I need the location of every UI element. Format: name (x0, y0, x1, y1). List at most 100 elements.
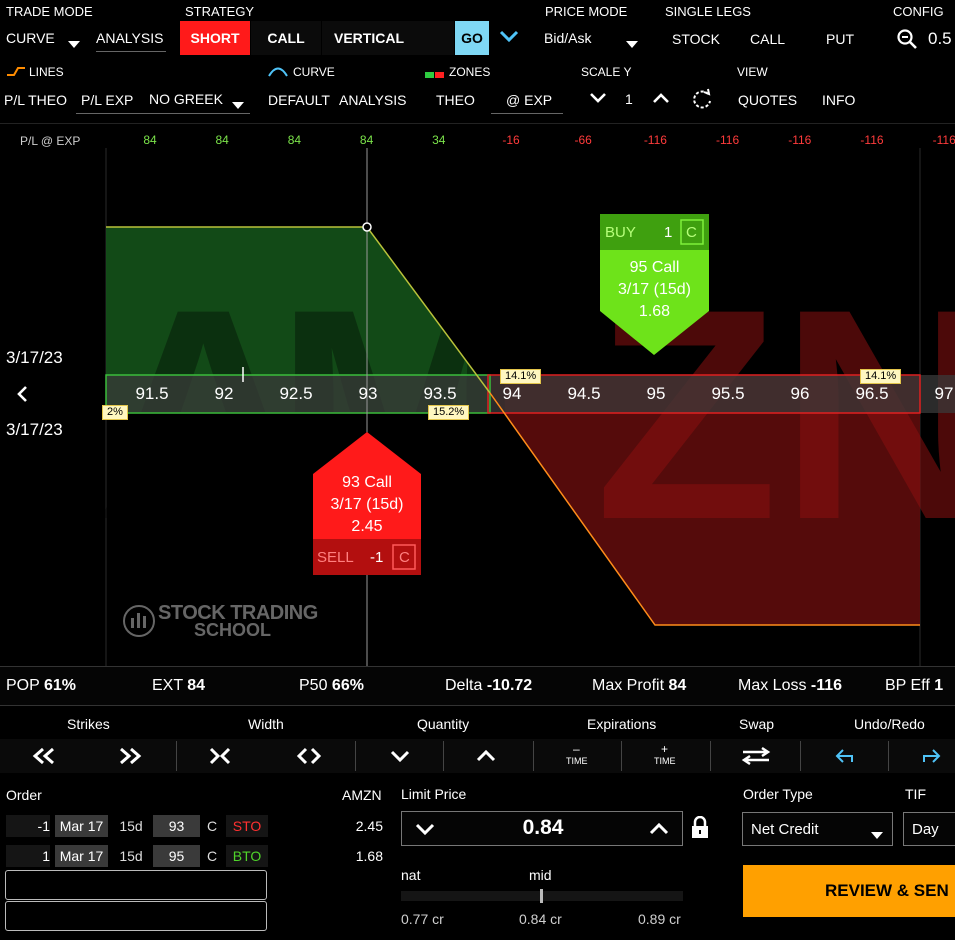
review-send-button[interactable]: REVIEW & SEN (743, 865, 955, 917)
strike-label[interactable]: 96 (778, 384, 822, 404)
divider (176, 741, 177, 771)
buy-qty: 1 (664, 224, 673, 241)
leg-type[interactable]: C (203, 815, 221, 837)
limit-price-input[interactable]: 0.84 (401, 811, 683, 846)
strikes-left-icon[interactable] (24, 741, 64, 771)
at-exp-button[interactable]: @ EXP (491, 92, 563, 114)
divider (800, 741, 801, 771)
ext-stat: EXT 84 (152, 677, 206, 694)
swap-label: Swap (739, 716, 775, 732)
leg-dte[interactable]: 15d (112, 815, 150, 837)
pct-badge-mid: 15.2% (428, 405, 470, 420)
quantity-down-icon[interactable] (380, 741, 420, 771)
width-wide-icon[interactable] (289, 741, 329, 771)
limit-price-value: 0.84 (522, 816, 564, 839)
empty-leg-slot[interactable] (5, 870, 267, 900)
leg-expiration[interactable]: Mar 17 (55, 845, 108, 867)
width-label: Width (248, 716, 284, 732)
single-leg-put-button[interactable]: PUT (826, 31, 854, 47)
analysis-chart[interactable]: A M Z N 3/17/23 3/17/23 91.5 92 92.5 93 93.5… (0, 148, 955, 666)
leg-expiration[interactable]: Mar 17 (55, 815, 108, 837)
tif-select[interactable]: Day (903, 812, 955, 846)
chevron-left-icon[interactable] (14, 384, 30, 409)
strategy-short-button[interactable]: SHORT (180, 21, 250, 55)
buy-leg-card[interactable]: BUY 1 C 95 Call 3/17 (15d) 1.68 (600, 214, 709, 355)
strike-label[interactable]: 93.5 (418, 384, 462, 404)
strike-label[interactable]: 97 (922, 384, 955, 404)
strike-label[interactable]: 92.5 (274, 384, 318, 404)
leg-price[interactable]: 1.68 (338, 845, 383, 867)
greek-select[interactable]: NO GREEK (145, 86, 249, 112)
strike-label[interactable]: 92 (202, 384, 246, 404)
order-type-select[interactable]: Net Credit (742, 812, 893, 846)
leg-dte[interactable]: 15d (112, 845, 150, 867)
order-type-value: Net Credit (751, 821, 819, 838)
quotes-button[interactable]: QUOTES (738, 92, 797, 108)
chevron-down-icon (68, 35, 80, 53)
leg-qty[interactable]: 1 (6, 845, 50, 867)
scale-down-icon[interactable] (588, 90, 608, 111)
strike-label[interactable]: 96.5 (850, 384, 894, 404)
zoom-icon[interactable] (896, 28, 918, 55)
time-plus-button[interactable]: + TIME (644, 741, 684, 771)
analysis-view-button[interactable]: ANALYSIS (339, 92, 406, 108)
swap-icon[interactable] (736, 741, 776, 771)
single-leg-call-button[interactable]: CALL (750, 31, 785, 47)
price-slider-handle[interactable] (540, 889, 543, 903)
chevron-down-icon[interactable] (498, 28, 520, 49)
scale-up-icon[interactable] (651, 90, 671, 111)
strategy-call-button[interactable]: CALL (251, 21, 321, 55)
info-button[interactable]: INFO (822, 92, 855, 108)
strike-label[interactable]: 94 (490, 384, 534, 404)
strategy-vertical-button[interactable]: VERTICAL (322, 21, 454, 55)
strike-label[interactable]: 94.5 (562, 384, 606, 404)
price-up-icon[interactable] (648, 821, 670, 842)
price-mode-select[interactable]: Bid/Ask (540, 24, 646, 54)
go-button[interactable]: GO (455, 21, 489, 55)
pl-value: -116 (932, 133, 955, 147)
pl-value: -116 (716, 133, 740, 147)
leg-price[interactable]: 2.45 (338, 815, 383, 837)
zones-label: ZONES (449, 65, 491, 79)
controls-bar: – TIME + TIME (0, 739, 955, 773)
width-narrow-icon[interactable] (200, 741, 240, 771)
pl-value: 84 (359, 133, 374, 147)
strike-label[interactable]: 95 (634, 384, 678, 404)
leg-qty[interactable]: -1 (6, 815, 50, 837)
minus-icon: – (573, 742, 580, 756)
expirations-label: Expirations (587, 716, 657, 732)
leg-action[interactable]: STO (226, 815, 268, 837)
redo-icon[interactable] (912, 741, 952, 771)
strike-label[interactable]: 93 (346, 384, 390, 404)
lock-icon[interactable] (690, 815, 710, 845)
lines-icon (6, 64, 26, 82)
leg-strike[interactable]: 93 (153, 815, 200, 837)
strikes-right-icon[interactable] (110, 741, 150, 771)
pl-theo-button[interactable]: P/L THEO (4, 92, 67, 108)
undo-redo-label: Undo/Redo (854, 716, 925, 732)
pct-badge-left: 2% (102, 405, 128, 420)
quantity-up-icon[interactable] (466, 741, 506, 771)
single-leg-stock-button[interactable]: STOCK (672, 31, 720, 47)
strike-label[interactable]: 91.5 (130, 384, 174, 404)
buy-strike: 95 Call (629, 259, 680, 276)
empty-leg-slot[interactable] (5, 901, 267, 931)
leg-strike[interactable]: 95 (153, 845, 200, 867)
max-profit-stat: Max Profit 84 (592, 677, 687, 694)
view-label: VIEW (737, 65, 768, 79)
pl-value: 84 (143, 133, 157, 147)
refresh-icon[interactable] (691, 88, 713, 115)
default-button[interactable]: DEFAULT (268, 92, 330, 108)
time-minus-button[interactable]: – TIME (556, 741, 596, 771)
theo-button[interactable]: THEO (436, 92, 475, 108)
sell-leg-card[interactable]: 93 Call 3/17 (15d) 2.45 SELL -1 C (313, 432, 421, 575)
leg-type[interactable]: C (203, 845, 221, 867)
leg-action[interactable]: BTO (226, 845, 268, 867)
pct-badge-right-1: 14.1% (500, 369, 542, 384)
undo-icon[interactable] (824, 741, 864, 771)
strike-label[interactable]: 95.5 (706, 384, 750, 404)
trade-mode-select[interactable]: CURVE (4, 24, 88, 54)
analysis-button[interactable]: ANALYSIS (96, 30, 166, 52)
price-slider-track[interactable] (401, 889, 683, 903)
max-loss-stat: Max Loss -116 (738, 677, 843, 694)
